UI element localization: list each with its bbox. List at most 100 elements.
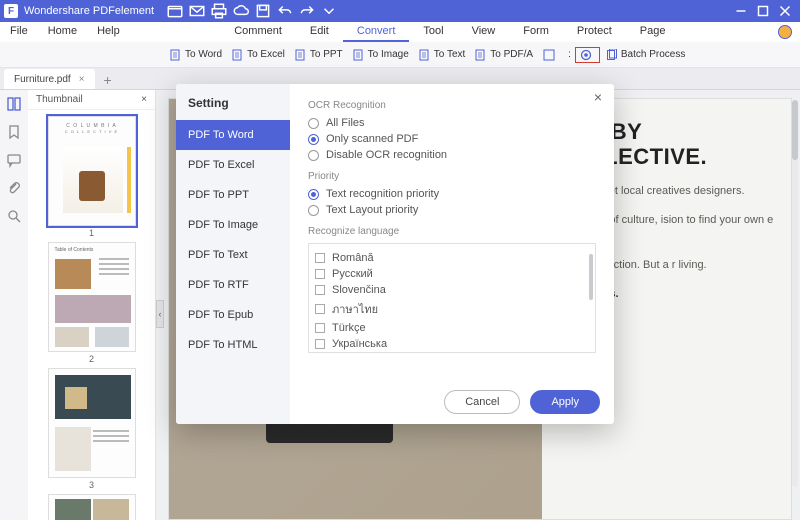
thumbnail-index: 3 xyxy=(48,480,136,490)
document-scrollbar[interactable] xyxy=(792,100,798,487)
radio-icon xyxy=(308,118,319,129)
tab-close-icon[interactable]: × xyxy=(79,74,85,85)
print-icon[interactable] xyxy=(210,2,228,20)
dialog-nav-pdf-to-ppt[interactable]: PDF To PPT xyxy=(176,180,290,210)
ribbon-to-excel[interactable]: To Excel xyxy=(232,49,285,61)
menu-tool[interactable]: Tool xyxy=(409,22,457,42)
menu-home[interactable]: Home xyxy=(38,22,87,42)
ribbon-divider: : xyxy=(568,49,571,60)
thumbnail-panel-close-icon[interactable]: × xyxy=(141,94,147,105)
batch-process-button[interactable]: Batch Process xyxy=(606,49,685,61)
ribbon-to-word[interactable]: To Word xyxy=(170,49,222,61)
tab-add-button[interactable]: + xyxy=(99,71,117,89)
checkbox-icon xyxy=(315,339,325,349)
language-item[interactable]: Türkçe xyxy=(315,322,589,334)
user-avatar[interactable] xyxy=(778,25,792,39)
language-item[interactable]: Slovenčina xyxy=(315,284,589,296)
menu-page[interactable]: Page xyxy=(626,22,680,42)
language-item[interactable]: ภาษาไทย xyxy=(315,300,589,318)
dialog-nav: Setting PDF To WordPDF To ExcelPDF To PP… xyxy=(176,84,290,424)
save-icon[interactable] xyxy=(254,2,272,20)
dropdown-icon[interactable] xyxy=(320,2,338,20)
document-tab[interactable]: Furniture.pdf × xyxy=(4,69,95,89)
menu-edit[interactable]: Edit xyxy=(296,22,343,42)
thumbnail-page-4[interactable]: 4 xyxy=(48,494,136,520)
language-item[interactable]: Українська xyxy=(315,338,589,350)
thumbnail-index: 2 xyxy=(48,354,136,364)
ribbon-to-ppt[interactable]: To PPT xyxy=(295,49,343,61)
dialog-nav-pdf-to-word[interactable]: PDF To Word xyxy=(176,120,290,150)
menu-file[interactable]: File xyxy=(0,22,38,42)
checkbox-icon xyxy=(315,269,325,279)
window-minimize[interactable] xyxy=(732,2,750,20)
open-icon[interactable] xyxy=(166,2,184,20)
thumbnail-panel-icon[interactable] xyxy=(6,96,22,112)
dialog-nav-pdf-to-text[interactable]: PDF To Text xyxy=(176,240,290,270)
tab-label: Furniture.pdf xyxy=(14,74,71,85)
convert-ribbon: To Word To Excel To PPT To Image To Text To P… xyxy=(0,42,800,68)
dialog-nav-pdf-to-excel[interactable]: PDF To Excel xyxy=(176,150,290,180)
ocr-option[interactable]: All Files xyxy=(308,117,596,129)
thumbnail-page-1[interactable]: C O L U M B I AC O L L E C T I V E1 xyxy=(48,116,136,238)
ribbon-to-text[interactable]: To Text xyxy=(419,49,466,61)
checkbox-icon xyxy=(315,285,325,295)
search-panel-icon[interactable] xyxy=(6,208,22,224)
thumbnail-panel: Thumbnail × C O L U M B I AC O L L E C T… xyxy=(28,90,156,520)
ribbon-to-image[interactable]: To Image xyxy=(353,49,409,61)
comment-panel-icon[interactable] xyxy=(6,152,22,168)
language-group-title: Recognize language xyxy=(308,226,596,237)
convert-settings-dialog: × Setting PDF To WordPDF To ExcelPDF To … xyxy=(176,84,614,424)
menu-form[interactable]: Form xyxy=(509,22,563,42)
menubar: FileHomeHelp CommentEditConvertToolViewF… xyxy=(0,22,800,42)
titlebar: F Wondershare PDFelement xyxy=(0,0,800,22)
dialog-nav-pdf-to-html[interactable]: PDF To HTML xyxy=(176,330,290,360)
language-list[interactable]: Română Русский Slovenčina ภาษาไทย Türkçe Укра… xyxy=(308,243,596,353)
thumbnail-page-2[interactable]: Table of Contents2 xyxy=(48,242,136,364)
menu-help[interactable]: Help xyxy=(87,22,130,42)
window-close[interactable] xyxy=(776,2,794,20)
ribbon-to-pdf/a[interactable]: To PDF/A xyxy=(475,49,533,61)
ocr-option[interactable]: Only scanned PDF xyxy=(308,133,596,145)
left-icon-column xyxy=(0,90,28,520)
bookmark-panel-icon[interactable] xyxy=(6,124,22,140)
checkbox-icon xyxy=(315,253,325,263)
language-list-scrollbar[interactable] xyxy=(589,254,593,300)
thumbnail-panel-title: Thumbnail xyxy=(36,94,83,105)
menu-comment[interactable]: Comment xyxy=(220,22,296,42)
priority-group-title: Priority xyxy=(308,171,596,182)
priority-option[interactable]: Text recognition priority xyxy=(308,188,596,200)
redo-icon[interactable] xyxy=(298,2,316,20)
ocr-option[interactable]: Disable OCR recognition xyxy=(308,149,596,161)
window-maximize[interactable] xyxy=(754,2,772,20)
convert-settings-button[interactable] xyxy=(580,49,595,61)
radio-icon xyxy=(308,134,319,145)
ribbon-more-1[interactable] xyxy=(543,49,558,61)
radio-icon xyxy=(308,205,319,216)
menu-view[interactable]: View xyxy=(458,22,510,42)
dialog-nav-pdf-to-epub[interactable]: PDF To Epub xyxy=(176,300,290,330)
apply-button[interactable]: Apply xyxy=(530,390,600,414)
batch-process-label: Batch Process xyxy=(621,49,685,60)
priority-option[interactable]: Text Layout priority xyxy=(308,204,596,216)
language-item[interactable]: Русский xyxy=(315,268,589,280)
thumbnail-index: 1 xyxy=(48,228,136,238)
attachment-panel-icon[interactable] xyxy=(6,180,22,196)
thumbnail-page-3[interactable]: 3 xyxy=(48,368,136,490)
checkbox-icon xyxy=(315,323,325,333)
radio-icon xyxy=(308,189,319,200)
cancel-button[interactable]: Cancel xyxy=(444,390,520,414)
radio-icon xyxy=(308,150,319,161)
checkbox-icon xyxy=(315,304,325,314)
undo-icon[interactable] xyxy=(276,2,294,20)
dialog-nav-pdf-to-image[interactable]: PDF To Image xyxy=(176,210,290,240)
menu-convert[interactable]: Convert xyxy=(343,22,410,42)
ocr-group-title: OCR Recognition xyxy=(308,100,596,111)
language-item[interactable]: Română xyxy=(315,252,589,264)
panel-collapse-handle[interactable]: ‹ xyxy=(156,300,164,328)
app-logo: F xyxy=(4,4,18,18)
mail-icon[interactable] xyxy=(188,2,206,20)
cloud-icon[interactable] xyxy=(232,2,250,20)
dialog-title: Setting xyxy=(176,84,290,120)
dialog-nav-pdf-to-rtf[interactable]: PDF To RTF xyxy=(176,270,290,300)
menu-protect[interactable]: Protect xyxy=(563,22,626,42)
